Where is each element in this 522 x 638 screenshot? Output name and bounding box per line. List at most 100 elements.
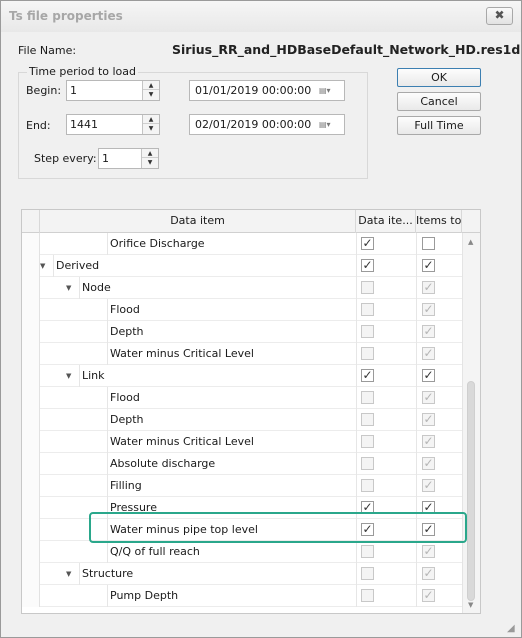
items-to-checkbox[interactable]: ✓ (422, 325, 435, 338)
table-row[interactable]: Filling ✓ (22, 475, 462, 497)
row-indicator[interactable] (22, 299, 40, 321)
table-row[interactable]: ▼ Link ✓ ✓ (22, 365, 462, 387)
data-item-checkbox[interactable] (361, 435, 374, 448)
scroll-up-icon[interactable]: ▲ (468, 238, 473, 246)
full-time-button[interactable]: Full Time (397, 116, 481, 135)
table-row[interactable]: Pump Depth ✓ (22, 585, 462, 607)
items-to-checkbox[interactable]: ✓ (422, 413, 435, 426)
table-row[interactable]: Flood ✓ (22, 299, 462, 321)
row-indicator[interactable] (22, 585, 40, 607)
header-indicator (22, 210, 40, 233)
table-row[interactable]: Depth ✓ (22, 321, 462, 343)
table-row[interactable]: Absolute discharge ✓ (22, 453, 462, 475)
items-to-checkbox[interactable]: ✓ (422, 589, 435, 602)
column-header-data-item[interactable]: Data item (40, 210, 356, 233)
row-indicator[interactable] (22, 431, 40, 453)
table-row[interactable]: ▼ Node ✓ (22, 277, 462, 299)
step-spinner[interactable]: 1 ▲ ▼ (98, 148, 159, 169)
calendar-icon[interactable]: ▤▾ (319, 120, 331, 129)
data-item-checkbox[interactable] (361, 589, 374, 602)
items-to-checkbox[interactable]: ✓ (422, 391, 435, 404)
begin-date-picker[interactable]: 01/01/2019 00:00:00 ▤▾ (189, 80, 345, 101)
table-row[interactable]: Orifice Discharge ✓ (22, 233, 462, 255)
spin-up-icon[interactable]: ▲ (143, 115, 159, 124)
expand-toggle-icon[interactable]: ▼ (40, 262, 45, 270)
row-indicator[interactable] (22, 563, 40, 585)
data-item-checkbox[interactable] (361, 347, 374, 360)
items-to-checkbox[interactable]: ✓ (422, 457, 435, 470)
end-spinner[interactable]: 1441 ▲ ▼ (66, 114, 160, 135)
row-indicator[interactable] (22, 343, 40, 365)
column-header-items-to[interactable]: Items to... (416, 210, 462, 233)
scrollbar-thumb[interactable] (467, 381, 475, 601)
cell-divider (416, 343, 417, 365)
spin-down-icon[interactable]: ▼ (142, 158, 158, 167)
data-item-label: Node (82, 281, 111, 294)
data-item-checkbox[interactable]: ✓ (361, 259, 374, 272)
items-to-checkbox[interactable]: ✓ (422, 479, 435, 492)
items-to-checkbox[interactable] (422, 237, 435, 250)
table-row[interactable]: ▼ Derived ✓ ✓ (22, 255, 462, 277)
items-to-checkbox[interactable]: ✓ (422, 545, 435, 558)
table-row[interactable]: Water minus Critical Level ✓ (22, 343, 462, 365)
row-indicator[interactable] (22, 475, 40, 497)
data-item-checkbox[interactable] (361, 391, 374, 404)
expand-toggle-icon[interactable]: ▼ (66, 284, 71, 292)
table-row[interactable]: ▼ Structure ✓ (22, 563, 462, 585)
vertical-scrollbar[interactable]: ▲ ▼ (462, 233, 480, 613)
expand-toggle-icon[interactable]: ▼ (66, 372, 71, 380)
spin-down-icon[interactable]: ▼ (143, 90, 159, 99)
end-date-picker[interactable]: 02/01/2019 00:00:00 ▤▾ (189, 114, 345, 135)
scroll-down-icon[interactable]: ▼ (468, 601, 473, 609)
data-item-checkbox[interactable] (361, 281, 374, 294)
column-header-data-item-flag[interactable]: Data ite... (356, 210, 416, 233)
row-indicator[interactable] (22, 321, 40, 343)
items-to-checkbox[interactable]: ✓ (422, 281, 435, 294)
row-indicator[interactable] (22, 255, 40, 277)
items-to-checkbox[interactable]: ✓ (422, 567, 435, 580)
items-to-checkbox[interactable]: ✓ (422, 435, 435, 448)
cell-divider (356, 475, 357, 497)
ok-button[interactable]: OK (397, 68, 481, 87)
data-item-checkbox[interactable] (361, 303, 374, 316)
data-item-checkbox[interactable] (361, 413, 374, 426)
table-row[interactable]: Water minus Critical Level ✓ (22, 431, 462, 453)
data-item-checkbox[interactable] (361, 567, 374, 580)
row-indicator[interactable] (22, 277, 40, 299)
cancel-button[interactable]: Cancel (397, 92, 481, 111)
begin-spinner[interactable]: 1 ▲ ▼ (66, 80, 160, 101)
tree-cell-divider (107, 585, 108, 607)
row-indicator[interactable] (22, 453, 40, 475)
table-row[interactable]: Flood ✓ (22, 387, 462, 409)
data-item-checkbox[interactable]: ✓ (361, 369, 374, 382)
expand-toggle-icon[interactable]: ▼ (66, 570, 71, 578)
data-item-checkbox[interactable]: ✓ (361, 237, 374, 250)
cell-divider (416, 299, 417, 321)
cell-divider (356, 585, 357, 607)
spin-up-icon[interactable]: ▲ (142, 149, 158, 158)
table-row[interactable]: Q/Q of full reach ✓ (22, 541, 462, 563)
data-item-checkbox[interactable] (361, 479, 374, 492)
data-item-checkbox[interactable] (361, 325, 374, 338)
items-to-checkbox[interactable]: ✓ (422, 303, 435, 316)
row-indicator[interactable] (22, 541, 40, 563)
cell-divider (416, 387, 417, 409)
data-item-checkbox[interactable] (361, 457, 374, 470)
items-to-checkbox[interactable]: ✓ (422, 369, 435, 382)
row-indicator[interactable] (22, 497, 40, 519)
items-to-checkbox[interactable]: ✓ (422, 347, 435, 360)
spin-down-icon[interactable]: ▼ (143, 124, 159, 133)
calendar-icon[interactable]: ▤▾ (319, 86, 331, 95)
row-indicator[interactable] (22, 365, 40, 387)
tree-cell-divider (107, 321, 108, 343)
spin-up-icon[interactable]: ▲ (143, 81, 159, 90)
close-button[interactable]: ✖ (486, 7, 513, 25)
row-indicator[interactable] (22, 387, 40, 409)
row-indicator[interactable] (22, 409, 40, 431)
resize-grip-icon[interactable]: ◢ (507, 623, 515, 634)
table-row[interactable]: Depth ✓ (22, 409, 462, 431)
items-to-checkbox[interactable]: ✓ (422, 259, 435, 272)
row-indicator[interactable] (22, 519, 40, 541)
data-item-checkbox[interactable] (361, 545, 374, 558)
row-indicator[interactable] (22, 233, 40, 255)
